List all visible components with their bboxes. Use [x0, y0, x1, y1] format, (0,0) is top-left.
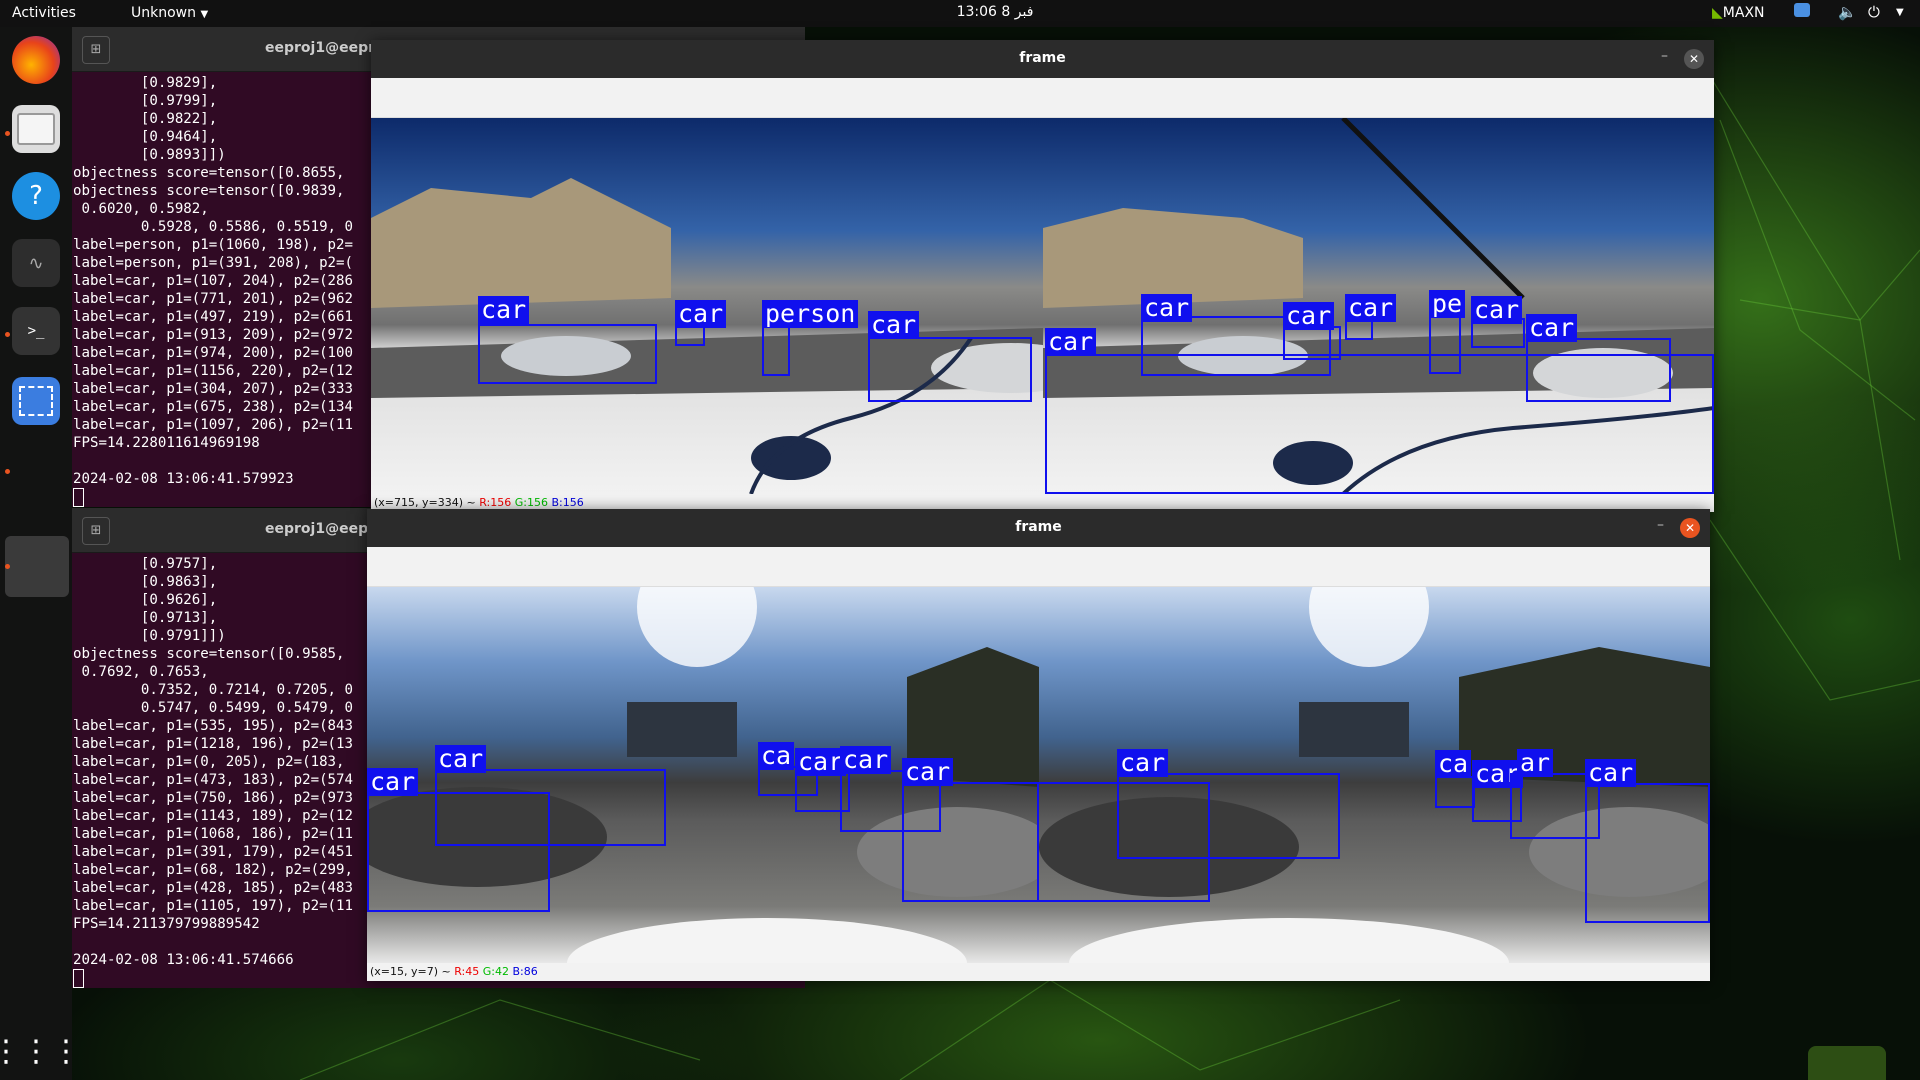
clock[interactable]: 13:06 فبر 8	[930, 4, 1060, 20]
new-tab-icon[interactable]: ⊞	[82, 36, 110, 64]
detection-label: car	[795, 748, 847, 776]
detection-label: car	[1345, 294, 1397, 322]
frame-toolbar	[367, 547, 1710, 587]
detection-box	[1526, 338, 1671, 402]
frame-window-bottom[interactable]: frame – ✕ car car ca car car car car ca …	[367, 509, 1710, 981]
detection-box	[902, 782, 1039, 902]
running-indicator	[5, 564, 10, 569]
frame-title: frame	[1015, 519, 1062, 535]
camera-right-image: car ca car ar car	[1039, 587, 1710, 963]
camera-left-image: car car ca car car car	[367, 587, 1039, 963]
detection-box	[478, 324, 657, 384]
system-monitor-icon[interactable]: ∿	[12, 239, 60, 287]
minimize-button[interactable]: –	[1657, 517, 1664, 533]
camera-view[interactable]: car car ca car car car car ca car ar car	[367, 587, 1710, 963]
detection-label: car	[367, 768, 419, 796]
pixel-blue: B:86	[512, 965, 538, 978]
terminal-icon[interactable]: >_	[12, 307, 60, 355]
nvidia-logo	[1808, 1046, 1886, 1080]
dock: ? ∿ >_ ⋮⋮⋮	[0, 27, 81, 1080]
help-icon[interactable]: ?	[12, 172, 60, 220]
network-icon[interactable]	[1794, 3, 1810, 21]
running-indicator	[5, 469, 10, 474]
detection-label: car	[478, 296, 530, 324]
volume-icon[interactable]: 🔈	[1838, 3, 1857, 21]
pixel-red: R:156	[479, 496, 512, 509]
chevron-down-icon: ▼	[200, 9, 209, 20]
close-button[interactable]: ✕	[1684, 49, 1704, 69]
close-button[interactable]: ✕	[1680, 518, 1700, 538]
detection-box	[762, 326, 790, 376]
detection-label: car	[1045, 328, 1097, 356]
new-tab-icon[interactable]: ⊞	[82, 517, 110, 545]
detection-label: car	[868, 311, 920, 339]
running-indicator	[5, 332, 10, 337]
system-menu-chevron-icon[interactable]: ▼	[1896, 7, 1904, 18]
camera-right-image: car car car car pe car car	[1043, 118, 1714, 494]
terminal-title: eeproj1@eepr	[265, 521, 375, 537]
detection-label: ca	[758, 742, 795, 770]
detection-label: person	[762, 300, 859, 328]
app-menu-label: Unknown	[131, 5, 196, 21]
detection-label: car	[1585, 759, 1637, 787]
detection-label: car	[435, 745, 487, 773]
frame-title: frame	[1019, 50, 1066, 66]
detection-label: car	[1283, 302, 1335, 330]
power-icon[interactable]: ⏻	[1868, 3, 1880, 21]
detection-label: car	[1526, 314, 1578, 342]
running-indicator	[5, 131, 10, 136]
detection-label: car	[1141, 294, 1193, 322]
detection-box	[1585, 783, 1710, 923]
detection-label: ar	[1517, 749, 1554, 777]
frame-toolbar	[371, 78, 1714, 118]
detection-box	[1283, 326, 1341, 360]
show-apps-icon[interactable]: ⋮⋮⋮	[0, 1027, 81, 1075]
nvidia-icon: ◣	[1712, 5, 1723, 21]
activities-button[interactable]: Activities	[12, 5, 76, 21]
top-bar: Activities Unknown ▼ 13:06 فبر 8 ◣MAXN 🔈…	[0, 0, 1920, 27]
pixel-green: G:156	[514, 496, 548, 509]
pixel-blue: B:156	[551, 496, 584, 509]
detection-label: pe	[1429, 290, 1466, 318]
pixel-position: (x=715, y=334) ~	[374, 496, 480, 509]
detection-box	[1117, 773, 1340, 859]
pixel-green: G:42	[482, 965, 509, 978]
minimize-button[interactable]: –	[1661, 48, 1668, 64]
detection-box	[1429, 316, 1461, 374]
pixel-position: (x=15, y=7) ~	[370, 965, 455, 978]
app-menu[interactable]: Unknown ▼	[131, 5, 208, 21]
detection-label: car	[840, 746, 892, 774]
detection-box	[435, 769, 666, 846]
firefox-icon[interactable]	[12, 36, 60, 84]
dock-active-highlight	[5, 536, 69, 597]
frame-titlebar[interactable]: frame – ✕	[371, 40, 1714, 78]
files-icon[interactable]	[12, 105, 60, 153]
power-mode-label: MAXN	[1722, 5, 1765, 21]
camera-view[interactable]: car car person car car car car car pe ca…	[371, 118, 1714, 494]
detection-label: car	[675, 300, 727, 328]
detection-label: car	[902, 758, 954, 786]
detection-box	[1435, 776, 1475, 808]
power-mode-indicator[interactable]: ◣MAXN	[1712, 5, 1765, 21]
status-bar: (x=15, y=7) ~ R:45 G:42 B:86	[367, 963, 1710, 981]
camera-left-image: car car person car	[371, 118, 1043, 494]
detection-label: car	[1117, 749, 1169, 777]
screenshot-icon[interactable]	[12, 377, 60, 425]
pixel-red: R:45	[454, 965, 480, 978]
frame-titlebar[interactable]: frame – ✕	[367, 509, 1710, 547]
terminal-title: eeproj1@eepro	[265, 40, 385, 56]
frame-window-top[interactable]: frame – ✕ car car person car car car car…	[371, 40, 1714, 512]
detection-label: ca	[1435, 750, 1472, 778]
detection-label: car	[1471, 296, 1523, 324]
detection-box	[868, 337, 1032, 402]
